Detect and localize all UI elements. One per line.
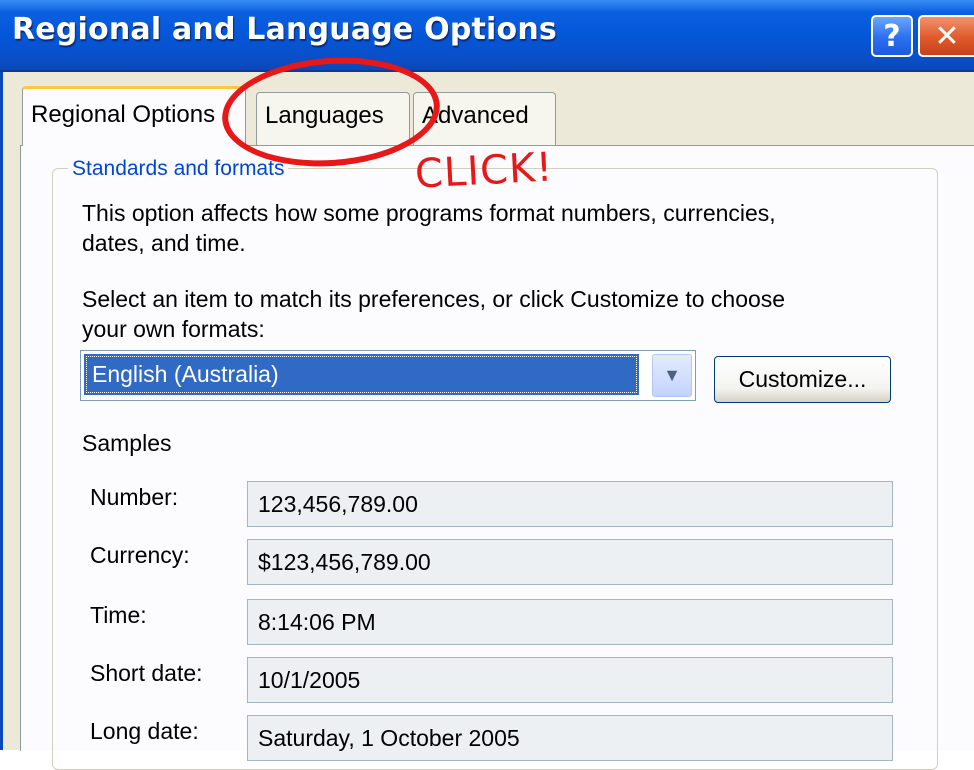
sample-label-long-date: Long date: bbox=[90, 718, 199, 744]
title-bar: Regional and Language Options ? ✕ bbox=[0, 0, 974, 72]
locale-selected-value: English (Australia) bbox=[84, 354, 639, 395]
locale-dropdown[interactable]: English (Australia) ▼ bbox=[80, 350, 696, 401]
samples-heading: Samples bbox=[82, 430, 172, 456]
description-line-1: This option affects how some programs fo… bbox=[82, 200, 776, 226]
sample-field-long-date: Saturday, 1 October 2005 bbox=[247, 715, 893, 761]
sample-label-short-date: Short date: bbox=[90, 660, 203, 686]
help-icon: ? bbox=[883, 18, 901, 54]
dropdown-arrow-button[interactable]: ▼ bbox=[652, 354, 692, 397]
tab-label: Advanced bbox=[422, 102, 529, 129]
close-icon: ✕ bbox=[934, 18, 960, 54]
sample-label-time: Time: bbox=[90, 602, 147, 628]
sample-field-number: 123,456,789.00 bbox=[247, 481, 893, 527]
chevron-down-icon: ▼ bbox=[663, 365, 681, 385]
annotation-click-note: CLICK! bbox=[413, 144, 555, 198]
close-button[interactable]: ✕ bbox=[918, 15, 974, 57]
sample-label-currency: Currency: bbox=[90, 542, 190, 568]
customize-button[interactable]: Customize... bbox=[714, 356, 891, 403]
description-line-2: dates, and time. bbox=[82, 230, 246, 256]
group-title: Standards and formats bbox=[68, 157, 289, 181]
tab-label: Regional Options bbox=[31, 101, 216, 128]
instruction-line-2: your own formats: bbox=[82, 316, 265, 342]
tab-regional-options[interactable]: Regional Options bbox=[22, 86, 246, 146]
sample-label-number: Number: bbox=[90, 484, 179, 510]
sample-field-currency: $123,456,789.00 bbox=[247, 539, 893, 585]
help-button[interactable]: ? bbox=[871, 15, 913, 57]
sample-field-time: 8:14:06 PM bbox=[247, 599, 893, 645]
window-title: Regional and Language Options bbox=[12, 12, 557, 47]
window-frame bbox=[0, 72, 3, 750]
sample-field-short-date: 10/1/2005 bbox=[247, 657, 893, 703]
instruction-line-1: Select an item to match its preferences,… bbox=[82, 286, 786, 312]
